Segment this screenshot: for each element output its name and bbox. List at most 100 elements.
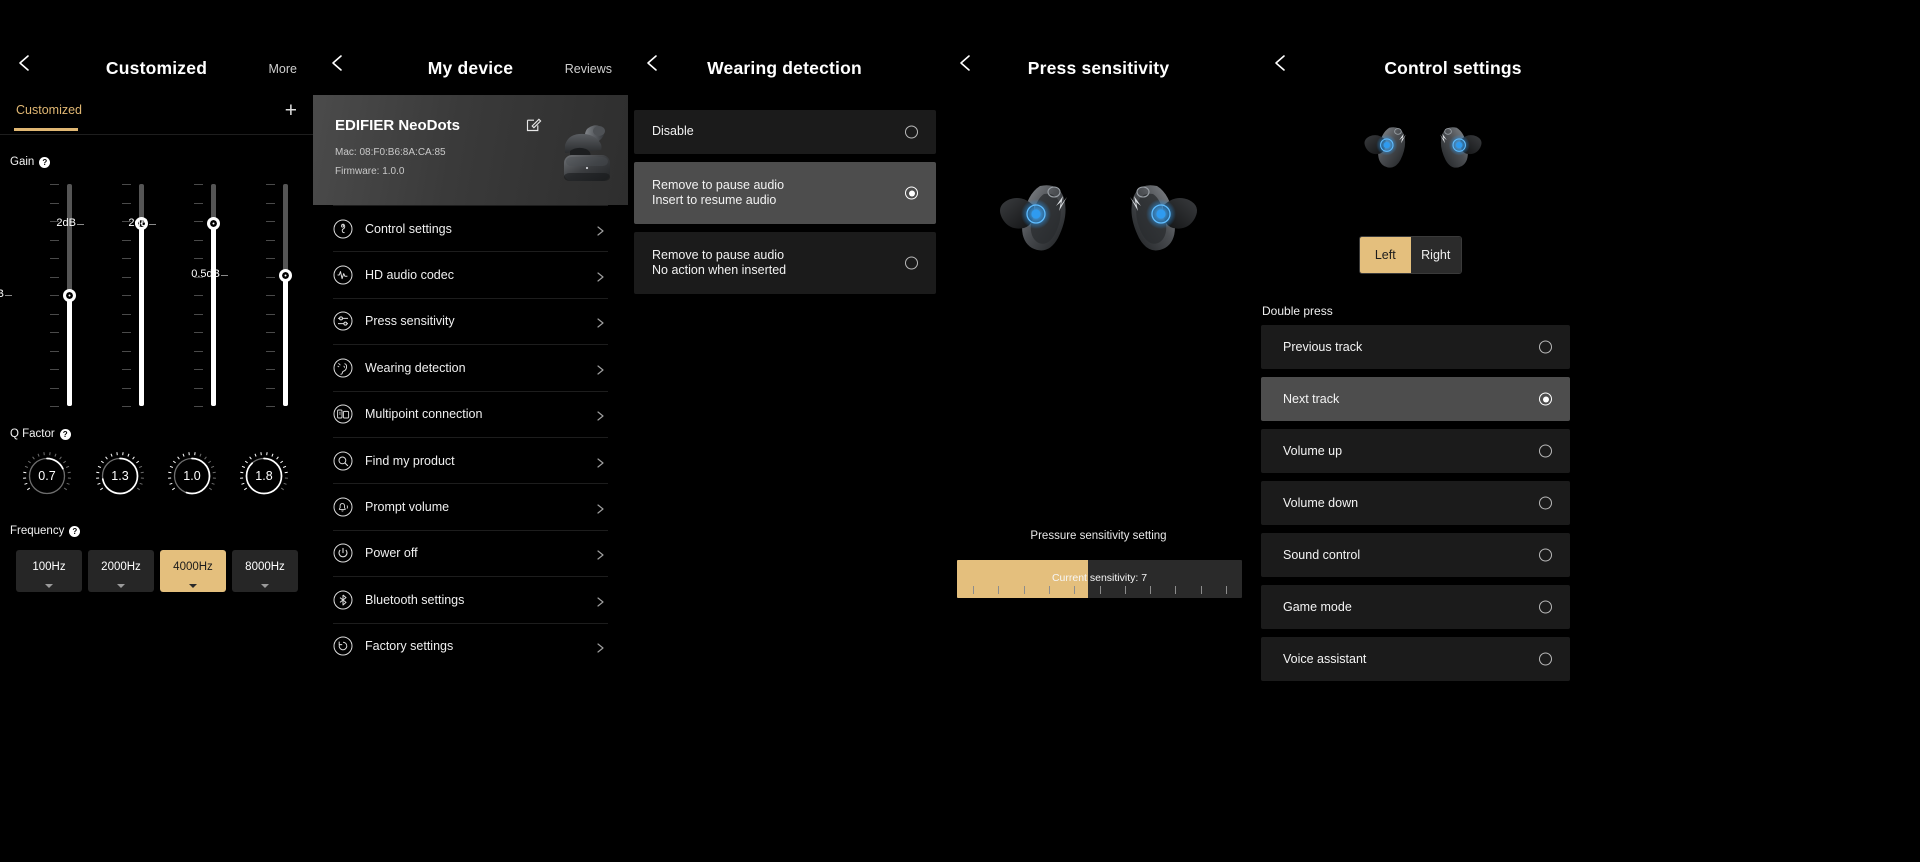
frequency-chip[interactable]: 100Hz [16, 550, 82, 592]
menu-item-bluetooth-settings[interactable]: Bluetooth settings [333, 576, 608, 622]
bell-volume-icon [333, 497, 353, 517]
slider-value-label: 2dB [56, 216, 76, 229]
chevron-down-icon [117, 584, 125, 588]
sensitivity-slider-ticks [957, 586, 1242, 598]
menu-item-hd-audio-codec[interactable]: HD audio codec [333, 251, 608, 297]
double-press-action[interactable]: Next track [1261, 377, 1570, 421]
two-devices-icon [333, 404, 353, 424]
slider-ticks [266, 184, 275, 407]
q-factor-knob[interactable]: 1.8 [240, 452, 288, 500]
menu-item-label: Wearing detection [365, 360, 466, 375]
radio-button[interactable] [1539, 444, 1552, 458]
radio-button[interactable] [905, 256, 918, 270]
chevron-right-icon [595, 362, 606, 375]
slider-knob[interactable] [279, 268, 292, 282]
q-factor-value: 0.7 [38, 469, 56, 483]
gain-slider[interactable]: 0dB [0, 180, 76, 410]
tab-active-underline [14, 128, 78, 131]
radio-button[interactable] [1539, 600, 1552, 614]
menu-item-find-my-product[interactable]: Find my product [333, 436, 608, 483]
slider-fill [67, 295, 72, 406]
toggle-right[interactable]: Right [1410, 237, 1461, 273]
sensitivity-slider[interactable]: Current sensitivity: 7 [957, 560, 1242, 598]
radio-button[interactable] [1539, 652, 1552, 666]
menu-item-control-settings[interactable]: Control settings [333, 205, 608, 251]
menu-item-label: Control settings [365, 221, 452, 236]
plus-icon[interactable]: + [285, 100, 297, 121]
sliders-icon [333, 311, 353, 331]
waveform-icon [333, 265, 353, 285]
help-icon[interactable]: ? [69, 525, 81, 537]
eq-tab-row: Customized + [0, 95, 313, 135]
menu-item-power-off[interactable]: Power off [333, 529, 608, 576]
double-press-action[interactable]: Volume down [1261, 481, 1570, 525]
gain-slider[interactable]: 2dB [128, 180, 220, 410]
menu-item-factory-settings[interactable]: Factory settings [333, 622, 608, 669]
gain-section-label: Gain ? [10, 156, 51, 168]
wearing-detection-option[interactable]: Remove to pause audio No action when inse… [634, 232, 936, 294]
wearing-detection-option[interactable]: Disable [634, 110, 936, 154]
double-press-action[interactable]: Voice assistant [1261, 637, 1570, 681]
edit-pencil-icon[interactable] [525, 115, 543, 133]
toggle-left[interactable]: Left [1360, 237, 1411, 273]
radio-button[interactable] [1539, 548, 1552, 562]
help-icon[interactable]: ? [39, 156, 51, 168]
back-icon[interactable] [1270, 52, 1292, 74]
action-label: Voice assistant [1283, 652, 1367, 666]
double-press-action[interactable]: Sound control [1261, 533, 1570, 577]
frequency-chip[interactable]: 8000Hz [232, 550, 298, 592]
double-press-action[interactable]: Previous track [1261, 325, 1570, 369]
tab-customized[interactable]: Customized [16, 103, 82, 117]
earbuds-case-image [556, 115, 624, 189]
chevron-right-icon [595, 502, 606, 514]
more-button[interactable]: More [269, 62, 297, 76]
page-title: Press sensitivity [1027, 58, 1170, 78]
radio-button[interactable] [905, 186, 918, 200]
page-title: Wearing detection [707, 58, 862, 78]
slider-value-label: 0.5dB [191, 268, 220, 281]
chevron-right-icon [595, 316, 606, 329]
frequency-chip-label: 4000Hz [173, 561, 213, 573]
radio-button[interactable] [905, 125, 918, 139]
radio-button[interactable] [1539, 340, 1552, 354]
radio-button[interactable] [1539, 392, 1552, 406]
frequency-chip[interactable]: 4000Hz [160, 550, 226, 592]
menu-item-label: Press sensitivity [365, 314, 455, 329]
help-icon[interactable]: ? [59, 428, 71, 440]
slider-value-label: 0dB [0, 288, 4, 300]
slider-knob[interactable] [63, 288, 76, 302]
double-press-action[interactable]: Game mode [1261, 585, 1570, 629]
double-press-action[interactable]: Volume up [1261, 429, 1570, 473]
q-factor-knob[interactable]: 1.3 [96, 452, 144, 500]
menu-item-multipoint-connection[interactable]: Multipoint connection [333, 390, 608, 437]
reviews-button[interactable]: Reviews [565, 62, 612, 76]
panel1-header: Customized More [0, 0, 313, 95]
page-title: Customized [105, 58, 208, 78]
device-card[interactable]: EDIFIER NeoDots Mac: 08:F0:B6:8A:CA:85 F… [313, 95, 628, 205]
q-factor-knob[interactable]: 0.7 [23, 452, 71, 500]
gain-slider[interactable]: 2dB [56, 180, 148, 410]
slider-ticks [194, 184, 203, 407]
menu-item-prompt-volume[interactable]: Prompt volume [333, 483, 608, 529]
chevron-right-icon [595, 641, 606, 653]
slider-fill [139, 223, 144, 406]
panel5-header: Control settings [1256, 0, 1920, 95]
gain-slider[interactable]: 0.5dB [191, 180, 292, 410]
menu-item-label: HD audio codec [365, 268, 454, 283]
menu-item-press-sensitivity[interactable]: Press sensitivity [333, 297, 608, 344]
option-label: Disable [652, 124, 694, 139]
q-factor-value: 1.8 [255, 469, 273, 483]
wearing-detection-option[interactable]: Remove to pause audio Insert to resume au… [634, 162, 936, 224]
panel-customized-eq: Customized More Customized + Gain ? 0dB 2… [0, 0, 313, 862]
frequency-chip-label: 100Hz [32, 561, 66, 573]
q-factor-knob[interactable]: 1.0 [168, 452, 216, 500]
slider-knob[interactable] [207, 217, 220, 231]
gain-sliders: 0dB 2dB 2dB 0.5dB [0, 180, 313, 410]
chevron-down-icon [189, 584, 197, 588]
panel4-header: Press sensitivity [941, 0, 1256, 95]
option-label: Remove to pause audio Insert to resume au… [652, 177, 785, 208]
wearing-detection-options: Disable Remove to pause audio Insert to re… [634, 110, 936, 302]
radio-button[interactable] [1539, 496, 1552, 510]
menu-item-wearing-detection[interactable]: Wearing detection [333, 344, 608, 390]
frequency-chip[interactable]: 2000Hz [88, 550, 154, 592]
